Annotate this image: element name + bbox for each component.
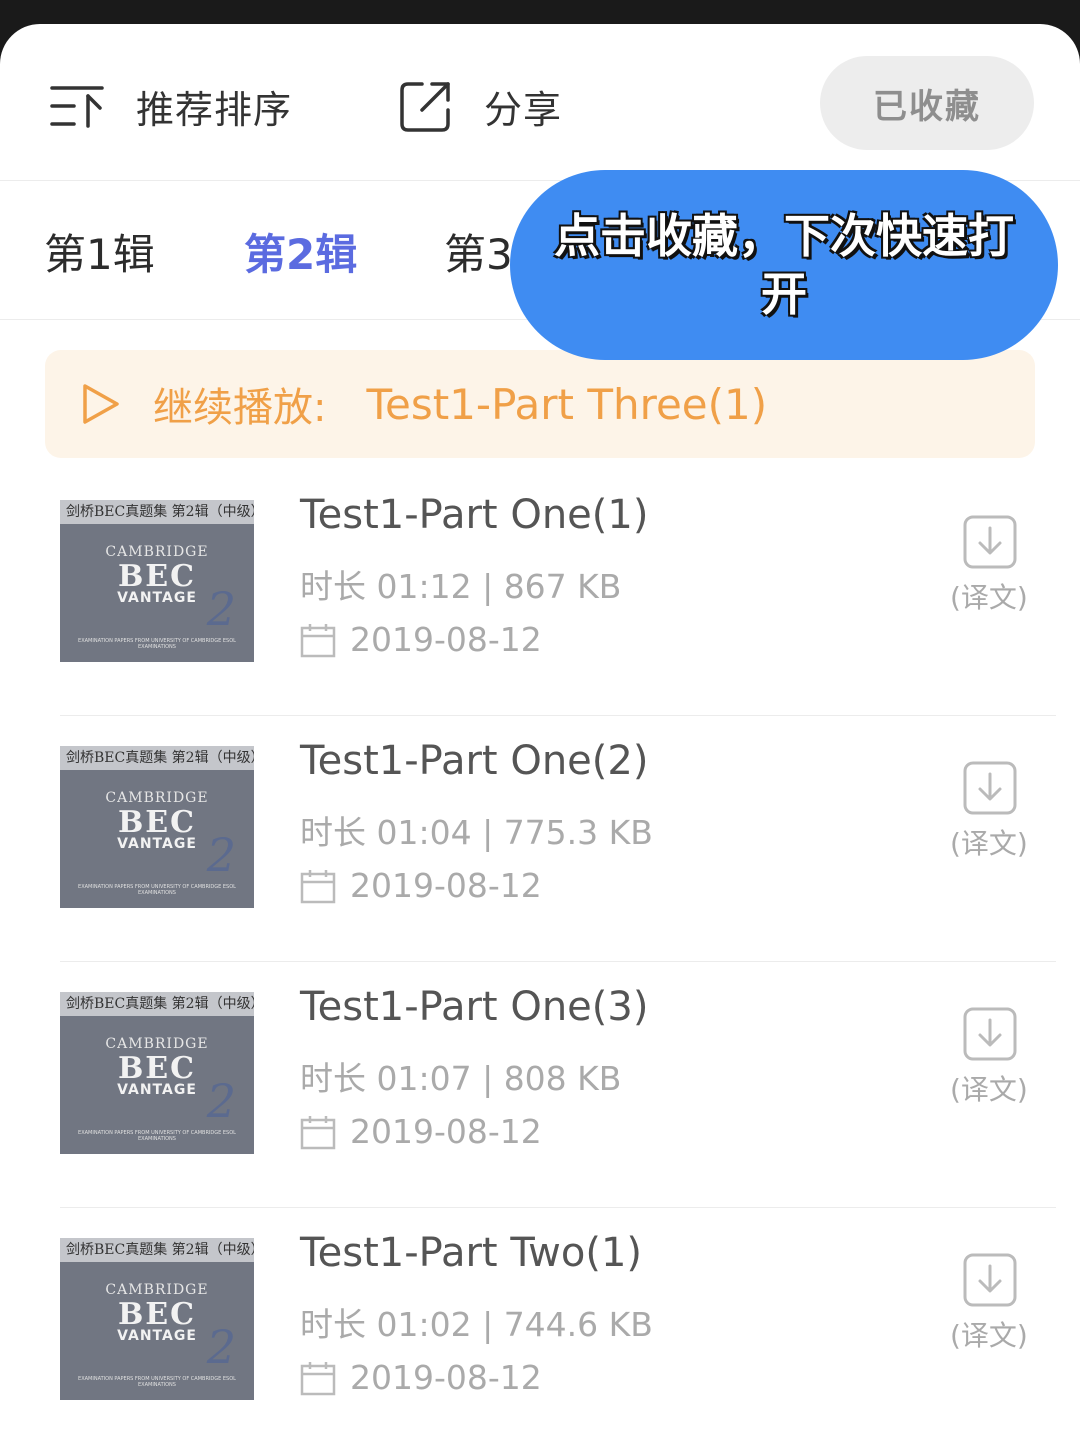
calendar-icon xyxy=(300,1115,336,1149)
track-meta: 时长 01:02 | 744.6 KB xyxy=(300,1305,653,1344)
track-date: 2019-08-12 xyxy=(350,1358,542,1397)
cover-cambridge: CAMBRIDGE xyxy=(105,1036,209,1052)
track-date: 2019-08-12 xyxy=(350,866,542,905)
cover-footer: EXAMINATION PAPERS FROM UNIVERSITY OF CA… xyxy=(78,884,236,896)
album-cover: 剑桥BEC真题集 第2辑（中级） CAMBRIDGE BEC VANTAGE 2… xyxy=(60,500,254,662)
calendar-icon xyxy=(300,1361,336,1395)
bottom-sheet: 推荐排序 分享 已收藏 第1辑 第2辑 第3 点击收藏，下次快速打开 继续播放:… xyxy=(0,24,1080,1439)
action-bar: 推荐排序 分享 已收藏 xyxy=(0,24,1080,181)
track-date-row: 2019-08-12 xyxy=(300,620,542,659)
download-icon[interactable] xyxy=(962,1252,1018,1308)
calendar-icon xyxy=(300,623,336,657)
cover-title: 剑桥BEC真题集 第2辑（中级） xyxy=(60,1238,254,1262)
translation-link[interactable]: (译文) xyxy=(950,576,1028,616)
continue-playing-bar[interactable]: 继续播放: Test1-Part Three(1) xyxy=(45,350,1035,458)
sort-button[interactable]: 推荐排序 xyxy=(50,76,292,136)
track-date-row: 2019-08-12 xyxy=(300,1112,542,1151)
tab-volume-3[interactable]: 第3 xyxy=(444,221,513,282)
continue-label: 继续播放: xyxy=(153,385,327,431)
continue-track-title: Test1-Part Three(1) xyxy=(366,379,768,429)
cover-number: 2 xyxy=(206,1074,236,1128)
track-item[interactable]: 剑桥BEC真题集 第2辑（中级） CAMBRIDGE BEC VANTAGE 2… xyxy=(60,962,1056,1208)
cover-number: 2 xyxy=(206,1320,236,1374)
favorite-tip-bubble: 点击收藏，下次快速打开 xyxy=(510,170,1058,360)
cover-title: 剑桥BEC真题集 第2辑（中级） xyxy=(60,746,254,770)
track-item[interactable]: 剑桥BEC真题集 第2辑（中级） CAMBRIDGE BEC VANTAGE 2… xyxy=(60,716,1056,962)
album-cover: 剑桥BEC真题集 第2辑（中级） CAMBRIDGE BEC VANTAGE 2… xyxy=(60,992,254,1154)
cover-number: 2 xyxy=(206,582,236,636)
track-meta: 时长 01:12 | 867 KB xyxy=(300,567,622,606)
track-date: 2019-08-12 xyxy=(350,620,542,659)
download-icon[interactable] xyxy=(962,514,1018,570)
share-icon xyxy=(400,82,450,132)
cover-number: 2 xyxy=(206,828,236,882)
cover-cambridge: CAMBRIDGE xyxy=(105,1282,209,1298)
track-title: Test1-Part Two(1) xyxy=(300,1230,642,1276)
play-icon xyxy=(83,384,119,424)
tab-volume-2[interactable]: 第2辑 xyxy=(244,221,357,282)
cover-footer: EXAMINATION PAPERS FROM UNIVERSITY OF CA… xyxy=(78,1130,236,1142)
download-icon[interactable] xyxy=(962,1006,1018,1062)
cover-title: 剑桥BEC真题集 第2辑（中级） xyxy=(60,500,254,524)
sort-label: 推荐排序 xyxy=(136,87,293,132)
translation-link[interactable]: (译文) xyxy=(950,1314,1028,1354)
cover-cambridge: CAMBRIDGE xyxy=(105,790,209,806)
cover-title: 剑桥BEC真题集 第2辑（中级） xyxy=(60,992,254,1016)
album-cover: 剑桥BEC真题集 第2辑（中级） CAMBRIDGE BEC VANTAGE 2… xyxy=(60,746,254,908)
download-icon[interactable] xyxy=(962,760,1018,816)
track-title: Test1-Part One(1) xyxy=(300,492,649,538)
calendar-icon xyxy=(300,869,336,903)
translation-link[interactable]: (译文) xyxy=(950,822,1028,862)
translation-link[interactable]: (译文) xyxy=(950,1068,1028,1108)
track-meta: 时长 01:07 | 808 KB xyxy=(300,1059,622,1098)
track-date-row: 2019-08-12 xyxy=(300,1358,542,1397)
share-label: 分享 xyxy=(484,87,563,132)
share-button[interactable]: 分享 xyxy=(398,76,562,136)
tab-volume-1[interactable]: 第1辑 xyxy=(44,221,155,282)
track-title: Test1-Part One(3) xyxy=(300,984,649,1030)
track-item[interactable]: 剑桥BEC真题集 第2辑（中级） CAMBRIDGE BEC VANTAGE 2… xyxy=(60,470,1056,716)
cover-footer: EXAMINATION PAPERS FROM UNIVERSITY OF CA… xyxy=(78,1376,236,1388)
track-title: Test1-Part One(2) xyxy=(300,738,649,784)
cover-footer: EXAMINATION PAPERS FROM UNIVERSITY OF CA… xyxy=(78,638,236,650)
track-date: 2019-08-12 xyxy=(350,1112,542,1151)
track-meta: 时长 01:04 | 775.3 KB xyxy=(300,813,653,852)
track-date-row: 2019-08-12 xyxy=(300,866,542,905)
sort-icon xyxy=(50,86,104,128)
favorite-tip-text: 点击收藏，下次快速打开 xyxy=(554,209,1014,321)
cover-cambridge: CAMBRIDGE xyxy=(105,544,209,560)
favorited-button[interactable]: 已收藏 xyxy=(820,56,1034,150)
album-cover: 剑桥BEC真题集 第2辑（中级） CAMBRIDGE BEC VANTAGE 2… xyxy=(60,1238,254,1400)
track-item[interactable]: 剑桥BEC真题集 第2辑（中级） CAMBRIDGE BEC VANTAGE 2… xyxy=(60,1208,1056,1439)
